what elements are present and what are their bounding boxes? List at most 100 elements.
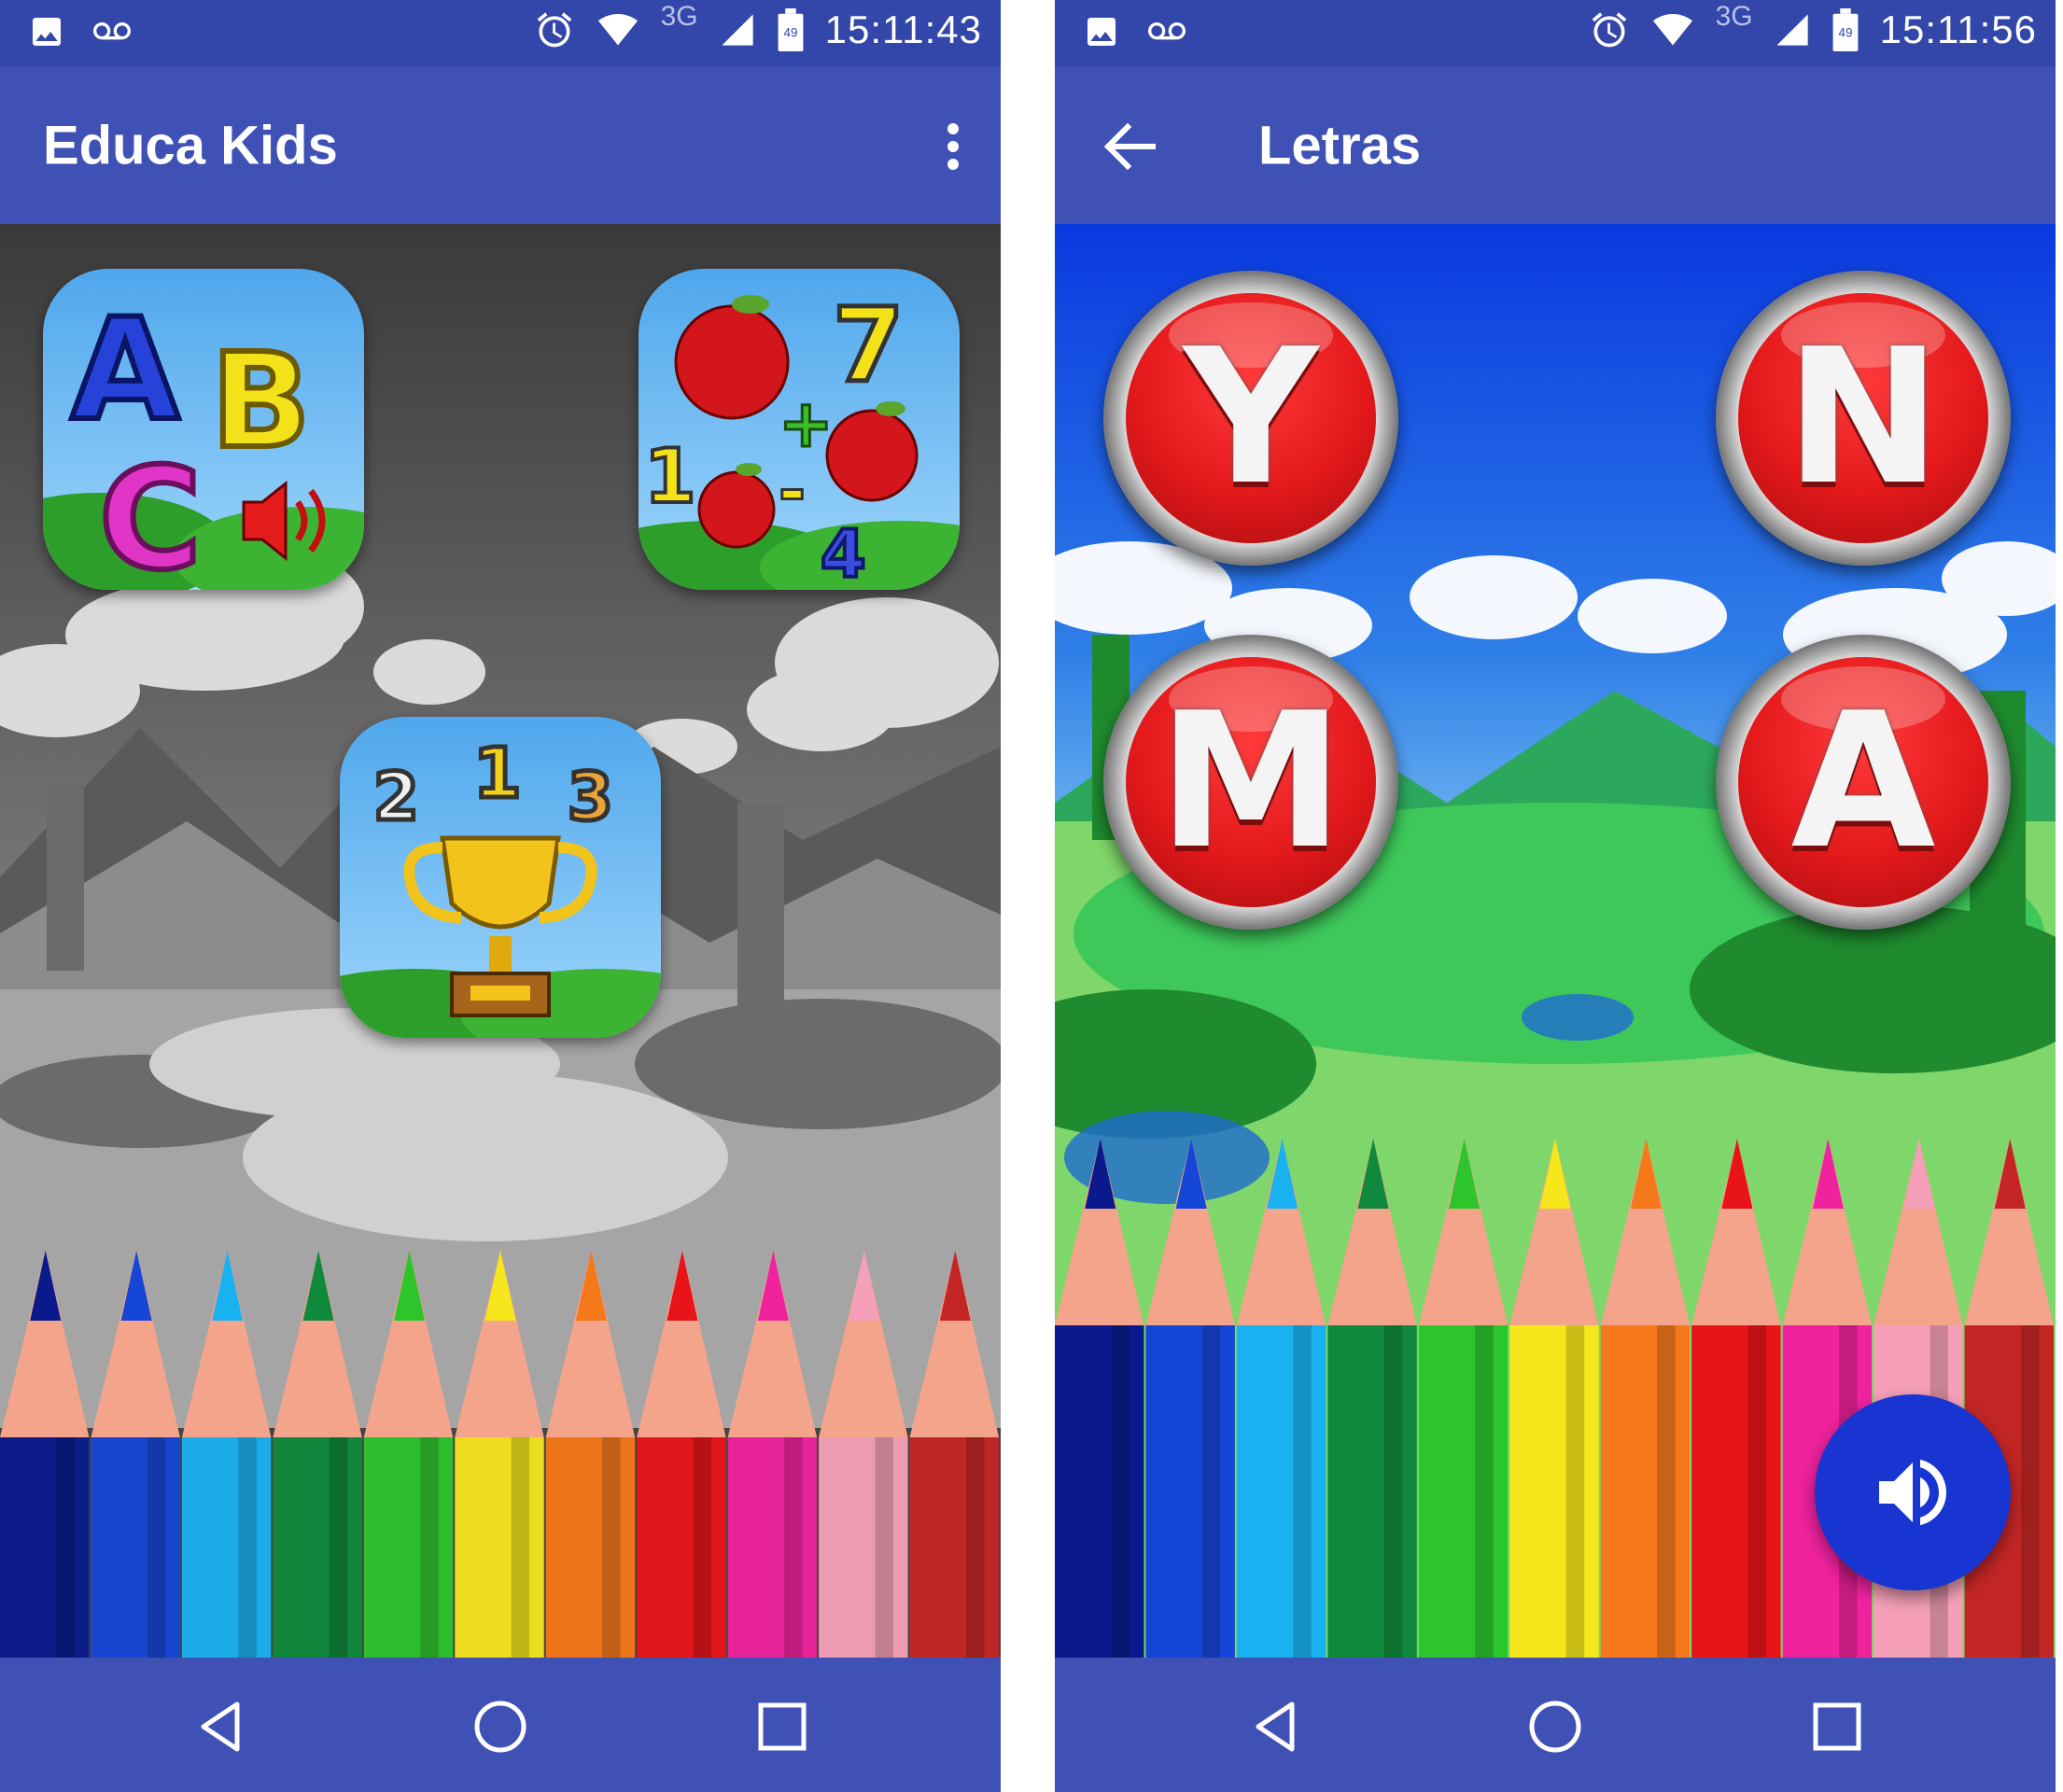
app-bar: Letras bbox=[1055, 67, 2056, 224]
letter-button-n[interactable]: N bbox=[1716, 271, 2011, 566]
letter-button-m[interactable]: M bbox=[1103, 635, 1398, 930]
volume-up-icon bbox=[1879, 1459, 1946, 1526]
status-bar: 3G 49 15:11:43 bbox=[0, 0, 1001, 67]
voicemail-icon bbox=[1148, 22, 1186, 40]
place-one: 1 bbox=[473, 734, 522, 814]
letters-content: Y N M A bbox=[1055, 224, 2056, 1658]
letter-label: M bbox=[1158, 673, 1344, 890]
pencil-body bbox=[273, 1437, 362, 1658]
pencil-shade bbox=[1475, 1325, 1494, 1658]
alarm-icon bbox=[537, 12, 571, 48]
back-icon[interactable] bbox=[1247, 1699, 1303, 1755]
trophy-icon: 2 1 3 bbox=[340, 732, 661, 1038]
pencil-shade bbox=[1383, 1325, 1403, 1658]
number-one: 1 bbox=[644, 433, 696, 520]
number-four: 4 bbox=[821, 516, 866, 590]
app-title: Educa Kids bbox=[43, 115, 338, 176]
back-icon[interactable] bbox=[192, 1699, 248, 1755]
signal-icon bbox=[721, 14, 753, 46]
apples-math-icon: 7 + - 1 4 bbox=[639, 284, 960, 590]
home-screen: 3G 49 15:11:43 Educa Kids A B C 7 + - 1 … bbox=[0, 0, 1001, 1792]
ranking-tile[interactable]: 2 1 3 bbox=[340, 717, 661, 1038]
letters-screen: 3G 49 15:11:56 Letras Y N M A bbox=[1055, 0, 2056, 1792]
pencil-shade bbox=[147, 1437, 166, 1658]
pencil-shade bbox=[1565, 1325, 1585, 1658]
svg-text:A: A bbox=[71, 289, 179, 452]
network-type: 3G bbox=[1715, 1, 1753, 32]
letter-label: A bbox=[1790, 673, 1936, 890]
battery-icon: 49 bbox=[1832, 8, 1859, 51]
app-bar: Educa Kids bbox=[0, 67, 1001, 224]
svg-text:B: B bbox=[211, 326, 311, 478]
pencil-body bbox=[1509, 1325, 1599, 1658]
more-vert-icon[interactable] bbox=[947, 123, 960, 170]
letter-button-a[interactable]: A bbox=[1716, 635, 2011, 930]
pencil-shade bbox=[2020, 1325, 2040, 1658]
network-type: 3G bbox=[660, 1, 698, 32]
pencil-body bbox=[0, 1437, 90, 1658]
battery-level: 49 bbox=[1838, 26, 1852, 40]
pencil-shade bbox=[693, 1437, 712, 1658]
recents-icon[interactable] bbox=[754, 1699, 810, 1755]
letter-label: Y bbox=[1183, 309, 1319, 526]
pencil-body bbox=[545, 1437, 636, 1658]
wifi-icon bbox=[1652, 13, 1692, 46]
pencil-body bbox=[1418, 1325, 1509, 1658]
pencil-shade bbox=[329, 1437, 348, 1658]
pencil-body bbox=[455, 1437, 544, 1658]
pencil-shade bbox=[602, 1437, 621, 1658]
pencil-shade bbox=[1657, 1325, 1676, 1658]
abc-letters-icon: A B C bbox=[43, 287, 364, 590]
number-seven: 7 bbox=[833, 286, 905, 405]
pencil-shade bbox=[1201, 1325, 1221, 1658]
battery-icon: 49 bbox=[778, 8, 804, 51]
place-two: 2 bbox=[373, 759, 419, 835]
pencil-shade bbox=[875, 1437, 894, 1658]
arrow-back-icon[interactable] bbox=[1103, 123, 1156, 170]
pencil-shade bbox=[965, 1437, 985, 1658]
home-content: A B C 7 + - 1 4 2 1 3 bbox=[0, 224, 1001, 1658]
pencil-body bbox=[727, 1437, 818, 1658]
letter-label: N bbox=[1785, 309, 1942, 526]
pencil-body bbox=[1691, 1325, 1781, 1658]
svg-text:-: - bbox=[779, 453, 806, 529]
pencil-body bbox=[181, 1437, 272, 1658]
pencil-shade bbox=[1747, 1325, 1767, 1658]
svg-text:+: + bbox=[779, 385, 834, 462]
status-bar: 3G 49 15:11:56 bbox=[1055, 0, 2056, 67]
nav-bar bbox=[0, 1658, 1001, 1792]
screen-title: Letras bbox=[1258, 115, 1422, 176]
letter-button-y[interactable]: Y bbox=[1103, 271, 1398, 566]
signal-icon bbox=[1775, 14, 1808, 46]
pencil-body bbox=[637, 1437, 726, 1658]
place-three: 3 bbox=[568, 759, 613, 835]
voicemail-icon bbox=[93, 22, 131, 40]
play-sound-fab[interactable] bbox=[1815, 1394, 2011, 1590]
pencil-shade bbox=[56, 1437, 75, 1658]
pencil-body bbox=[1145, 1325, 1235, 1658]
pencil-body bbox=[1236, 1325, 1326, 1658]
pencil-body bbox=[1055, 1325, 1144, 1658]
image-icon bbox=[1088, 18, 1116, 46]
pencil-body bbox=[909, 1437, 999, 1658]
svg-text:C: C bbox=[99, 439, 202, 590]
pencil-shade bbox=[784, 1437, 803, 1658]
status-time: 15:11:43 bbox=[824, 7, 982, 51]
pencil-body bbox=[1327, 1325, 1417, 1658]
image-icon bbox=[33, 18, 61, 46]
nav-bar bbox=[1055, 1658, 2056, 1792]
pencil-body bbox=[363, 1437, 454, 1658]
math-tile[interactable]: 7 + - 1 4 bbox=[639, 269, 960, 590]
pencil-body bbox=[1600, 1325, 1691, 1658]
pencil-shade bbox=[511, 1437, 530, 1658]
home-icon[interactable] bbox=[1527, 1699, 1583, 1755]
alarm-icon bbox=[1592, 12, 1626, 48]
wifi-icon bbox=[597, 13, 638, 46]
battery-level: 49 bbox=[783, 26, 797, 40]
pencil-shade bbox=[1293, 1325, 1312, 1658]
pencil-shade bbox=[1111, 1325, 1130, 1658]
letters-tile[interactable]: A B C bbox=[43, 269, 364, 590]
home-icon[interactable] bbox=[472, 1699, 528, 1755]
pencil-body bbox=[819, 1437, 908, 1658]
recents-icon[interactable] bbox=[1809, 1699, 1865, 1755]
